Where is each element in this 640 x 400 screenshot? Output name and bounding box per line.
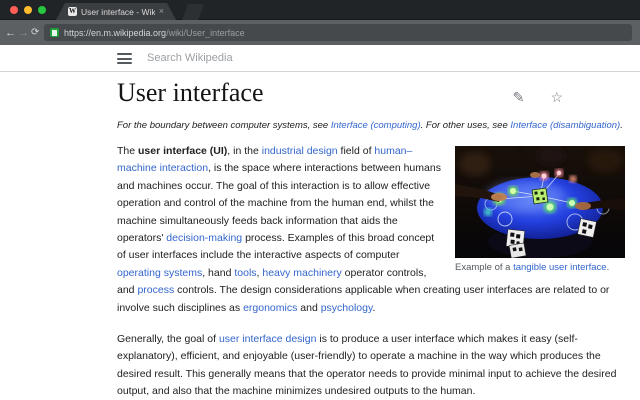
text-segment: and xyxy=(297,302,320,314)
wiki-link[interactable]: ergonomics xyxy=(243,302,297,314)
text-segment: user interface (UI) xyxy=(138,145,227,157)
wiki-link[interactable]: heavy machinery xyxy=(262,267,341,279)
wiki-link[interactable]: decision-making xyxy=(166,232,242,244)
secure-doc-glyph xyxy=(52,30,57,36)
tab-close-icon[interactable]: × xyxy=(159,7,164,16)
text-segment: field of xyxy=(338,145,375,157)
wiki-link[interactable]: Interface (disambiguation) xyxy=(510,120,620,131)
text-segment: The xyxy=(117,145,138,157)
wikipedia-favicon-icon: W xyxy=(68,7,77,16)
article-figure: Example of a tangible user interface. xyxy=(455,146,625,274)
back-icon[interactable]: ← xyxy=(5,20,16,45)
article: ✎ ☆ User interface For the boundary betw… xyxy=(117,72,625,400)
wiki-link[interactable]: psychology xyxy=(321,302,373,314)
url-domain: https://en.m.wikipedia.org xyxy=(64,28,166,38)
browser-toolbar: ← → ⟳ https://en.m.wikipedia.org/wiki/Us… xyxy=(0,20,640,45)
hamburger-menu-icon[interactable] xyxy=(117,53,132,64)
browser-tab[interactable]: W User interface - Wikipedia, the × xyxy=(56,3,176,20)
wiki-link[interactable]: Interface (computing) xyxy=(331,120,421,131)
text-segment: . xyxy=(620,120,623,131)
url-text[interactable]: https://en.m.wikipedia.org/wiki/User_int… xyxy=(64,28,245,38)
text-segment: . xyxy=(607,262,610,273)
search-input[interactable]: Search Wikipedia xyxy=(147,52,233,64)
wiki-link[interactable]: tools xyxy=(234,267,256,279)
image-caption: Example of a tangible user interface. xyxy=(455,262,625,274)
hatnote: For the boundary between computer system… xyxy=(117,120,625,132)
address-bar[interactable]: https://en.m.wikipedia.org/wiki/User_int… xyxy=(44,24,632,41)
wiki-header: Search Wikipedia xyxy=(0,45,640,72)
tab-title: User interface - Wikipedia, the xyxy=(81,7,155,17)
wiki-link[interactable]: industrial design xyxy=(262,145,338,157)
wiki-link[interactable]: user interface design xyxy=(219,333,316,345)
text-segment: . xyxy=(372,302,375,314)
text-segment: . For other uses, see xyxy=(421,120,511,131)
window-fullscreen-button[interactable] xyxy=(38,6,46,14)
window-close-button[interactable] xyxy=(10,6,18,14)
paragraph-2: Generally, the goal of user interface de… xyxy=(117,331,625,400)
forward-icon[interactable]: → xyxy=(18,20,29,45)
browser-window: W User interface - Wikipedia, the × ← → … xyxy=(0,0,640,400)
edit-pencil-icon[interactable]: ✎ xyxy=(513,90,525,104)
watch-star-icon[interactable]: ☆ xyxy=(550,90,563,104)
wiki-link[interactable]: tangible user interface xyxy=(513,262,606,273)
tab-strip: W User interface - Wikipedia, the × xyxy=(0,0,640,20)
reload-icon[interactable]: ⟳ xyxy=(31,20,39,45)
wiki-link[interactable]: process xyxy=(137,284,174,296)
text-segment: Example of a xyxy=(455,262,513,273)
tangible-ui-photo[interactable] xyxy=(455,146,625,258)
secure-site-icon[interactable] xyxy=(50,28,59,37)
window-minimize-button[interactable] xyxy=(24,6,32,14)
wiki-link[interactable]: operating systems xyxy=(117,267,202,279)
url-path: /wiki/User_interface xyxy=(166,28,245,38)
text-segment: , in the xyxy=(227,145,261,157)
new-tab-button[interactable] xyxy=(182,4,204,20)
text-segment: , hand xyxy=(202,267,234,279)
text-segment: For the boundary between computer system… xyxy=(117,120,331,131)
article-content: Example of a tangible user interface. Th… xyxy=(117,143,625,400)
text-segment: Generally, the goal of xyxy=(117,333,219,345)
